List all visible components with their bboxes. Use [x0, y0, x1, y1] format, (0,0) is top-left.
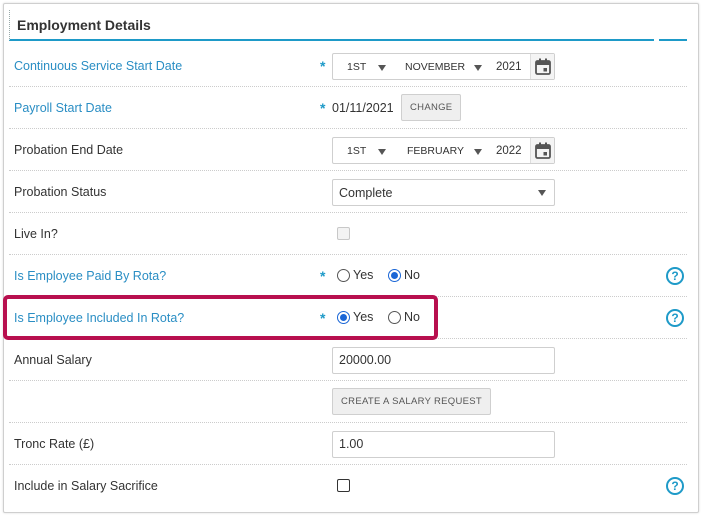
probation-end-date-picker: 1ST FEBRUARY 2022 [332, 137, 555, 164]
chevron-down-icon[interactable] [474, 149, 482, 155]
annual-salary-label: Annual Salary [14, 353, 92, 367]
help-icon[interactable]: ? [666, 267, 684, 285]
paid-by-rota-yes-radio[interactable] [337, 269, 350, 282]
probation-end-date-label: Probation End Date [14, 143, 124, 157]
payroll-start-date-label: Payroll Start Date [14, 101, 112, 115]
payroll-start-date-value: 01/11/2021 [332, 101, 394, 115]
paid-by-rota-no-radio[interactable] [388, 269, 401, 282]
row-continuous-service-start-date: Continuous Service Start Date * 1ST NOVE… [9, 45, 687, 87]
calendar-button[interactable] [530, 54, 554, 79]
required-marker: * [320, 310, 326, 326]
row-paid-by-rota: Is Employee Paid By Rota? * Yes No ? [9, 255, 687, 297]
day-select[interactable]: 1ST [347, 61, 366, 73]
create-salary-request-button[interactable]: CREATE A SALARY REQUEST [332, 388, 492, 415]
annual-salary-input[interactable]: 20000.00 [332, 347, 555, 374]
month-select[interactable]: NOVEMBER [405, 61, 465, 73]
required-marker: * [320, 268, 326, 284]
yes-label: Yes [353, 310, 374, 324]
included-in-rota-yes-radio[interactable] [337, 311, 350, 324]
calendar-button[interactable] [530, 138, 554, 163]
required-marker: * [320, 58, 326, 74]
year-value[interactable]: 2022 [496, 145, 522, 157]
row-live-in: Live In? [9, 213, 687, 255]
continuous-service-date-picker: 1ST NOVEMBER 2021 [332, 53, 555, 80]
live-in-checkbox [337, 227, 350, 240]
year-value[interactable]: 2021 [496, 61, 522, 73]
yes-label: Yes [353, 268, 374, 282]
probation-status-label: Probation Status [14, 185, 107, 199]
paid-by-rota-label: Is Employee Paid By Rota? [14, 269, 167, 283]
chevron-down-icon [538, 190, 546, 196]
calendar-icon [535, 142, 551, 159]
chevron-down-icon[interactable] [474, 65, 482, 71]
row-included-in-rota: Is Employee Included In Rota? * Yes No ? [9, 297, 687, 339]
help-icon[interactable]: ? [666, 477, 684, 495]
help-icon[interactable]: ? [666, 309, 684, 327]
tronc-rate-label: Tronc Rate (£) [14, 437, 95, 451]
no-label: No [404, 310, 420, 324]
live-in-label: Live In? [14, 227, 58, 241]
continuous-service-start-date-label: Continuous Service Start Date [14, 59, 183, 73]
required-marker: * [320, 100, 326, 116]
day-select[interactable]: 1ST [347, 145, 366, 157]
included-in-rota-no-radio[interactable] [388, 311, 401, 324]
chevron-down-icon[interactable] [378, 65, 386, 71]
row-annual-salary: Annual Salary 20000.00 [9, 339, 687, 381]
change-button[interactable]: CHANGE [401, 94, 462, 121]
month-select[interactable]: FEBRUARY [407, 145, 464, 157]
chevron-down-icon[interactable] [378, 149, 386, 155]
row-tronc-rate: Tronc Rate (£) 1.00 [9, 423, 687, 465]
row-salary-sacrifice: Include in Salary Sacrifice ? [9, 465, 687, 507]
row-salary-request: CREATE A SALARY REQUEST [9, 381, 687, 423]
calendar-icon [535, 58, 551, 75]
no-label: No [404, 268, 420, 282]
tronc-rate-input[interactable]: 1.00 [332, 431, 555, 458]
row-payroll-start-date: Payroll Start Date * 01/11/2021 CHANGE [9, 87, 687, 129]
header-divider [659, 39, 687, 41]
section-header: Employment Details [9, 10, 654, 41]
included-in-rota-label: Is Employee Included In Rota? [14, 311, 185, 325]
row-probation-status: Probation Status Complete [9, 171, 687, 213]
probation-status-selected: Complete [339, 186, 393, 200]
salary-sacrifice-checkbox[interactable] [337, 479, 350, 492]
probation-status-select[interactable]: Complete [332, 179, 555, 206]
salary-sacrifice-label: Include in Salary Sacrifice [14, 479, 158, 493]
row-probation-end-date: Probation End Date 1ST FEBRUARY 2022 [9, 129, 687, 171]
section-title: Employment Details [17, 17, 151, 33]
